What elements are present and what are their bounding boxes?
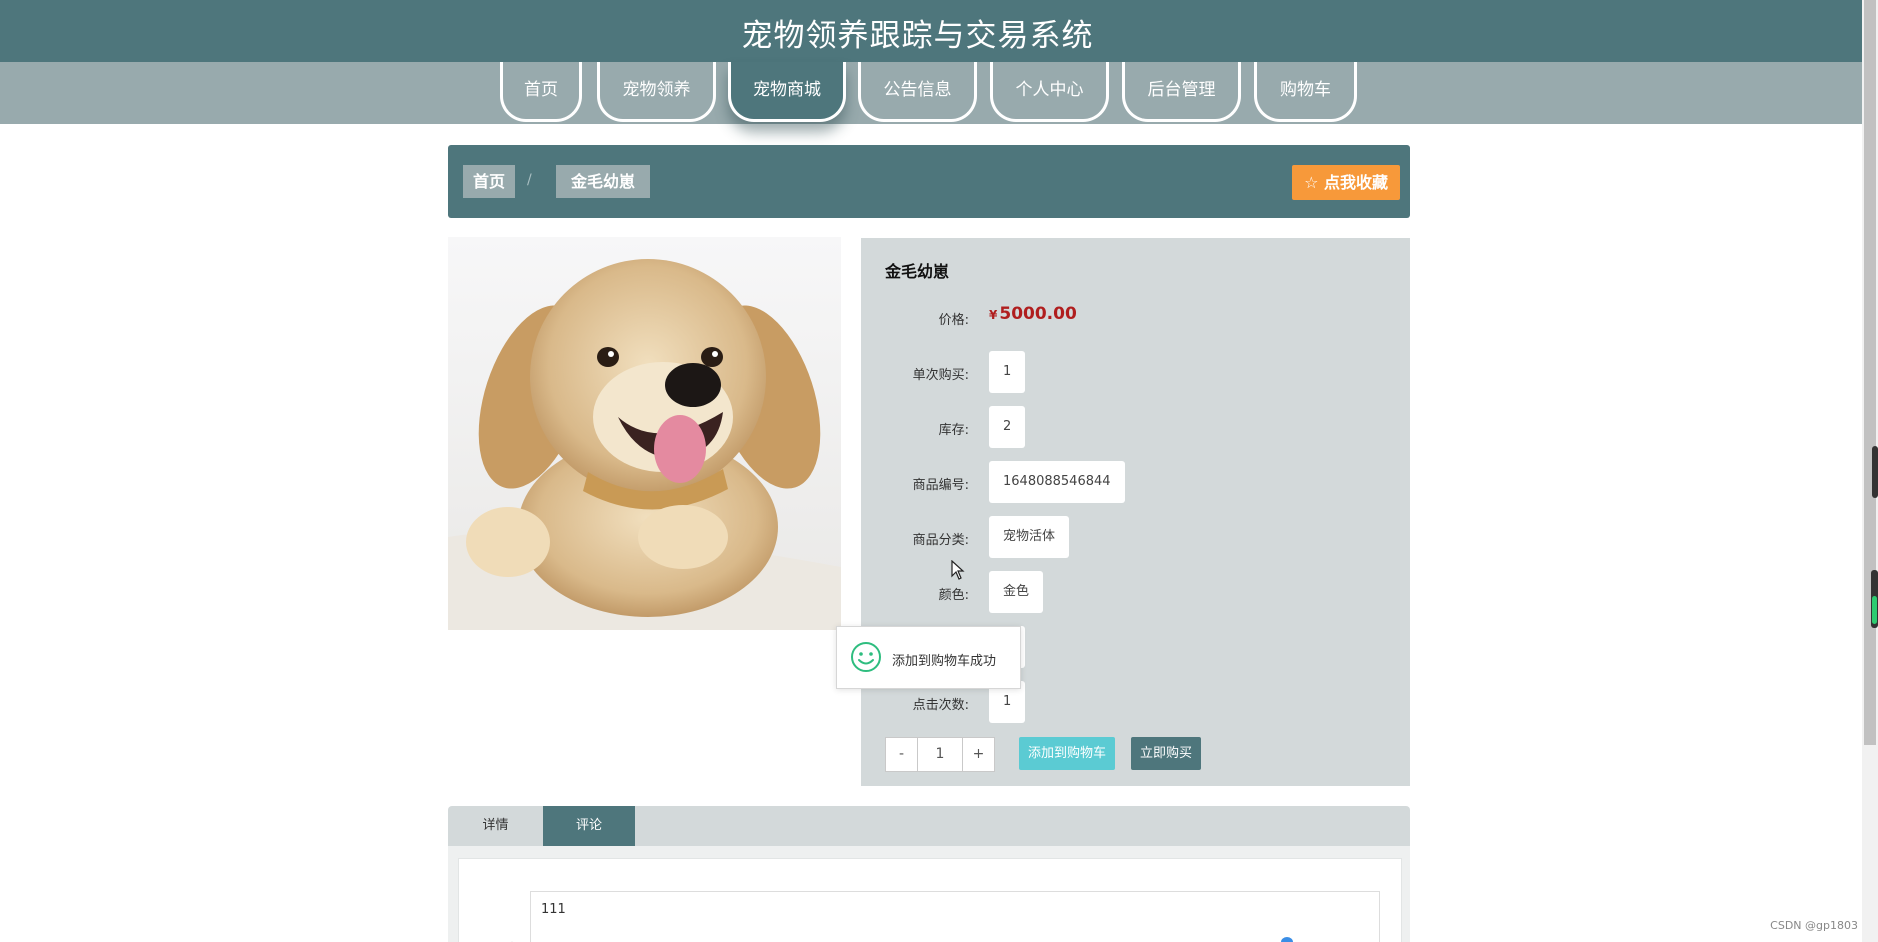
quantity-input[interactable]: 1 xyxy=(918,737,962,772)
slider-handle[interactable] xyxy=(1281,937,1293,942)
field-label: 点击次数: xyxy=(912,698,969,713)
field-label: 商品编号: xyxy=(912,478,969,493)
quantity-decrease-button[interactable]: - xyxy=(885,737,918,772)
field-value: 1 xyxy=(989,351,1026,393)
quantity-increase-button[interactable]: + xyxy=(962,737,995,772)
field-value: 宠物活体 xyxy=(989,516,1070,558)
quantity-stepper: - 1 + xyxy=(885,737,995,772)
mouse-cursor-icon xyxy=(951,560,965,580)
scrollbar-thumb[interactable] xyxy=(1864,0,1876,745)
watermark: CSDN @gp1803 xyxy=(1770,919,1858,932)
product-name: 金毛幼崽 xyxy=(885,262,950,281)
field-value: 2 xyxy=(989,406,1026,448)
breadcrumb-separator: / xyxy=(527,172,532,188)
product-info-panel: 金毛幼崽 价格: ¥5000.00 单次购买: 1 库存: 2 商品编号: 16… xyxy=(861,238,1410,786)
nav-item-admin[interactable]: 后台管理 xyxy=(1122,62,1241,122)
site-header: 宠物领养跟踪与交易系统 xyxy=(0,0,1862,62)
price-label: 价格: xyxy=(938,313,969,328)
nav-item-home[interactable]: 首页 xyxy=(500,62,582,122)
nav-item-personal-center[interactable]: 个人中心 xyxy=(990,62,1109,122)
field-label: 颜色: xyxy=(938,588,969,603)
favorite-button-label: 点我收藏 xyxy=(1323,173,1388,192)
favorite-button[interactable]: ☆ 点我收藏 xyxy=(1292,165,1400,200)
currency-symbol: ¥ xyxy=(989,308,998,322)
nav-item-announcements[interactable]: 公告信息 xyxy=(858,62,977,122)
field-label: 单次购买: xyxy=(912,368,969,383)
scroll-marker xyxy=(1872,446,1878,498)
field-value: 金色 xyxy=(989,571,1044,613)
field-label: 库存: xyxy=(938,423,969,438)
field-label: 商品分类: xyxy=(912,533,969,548)
nav-item-cart[interactable]: 购物车 xyxy=(1254,62,1357,122)
comment-textarea[interactable]: 111 xyxy=(530,891,1380,942)
price-value: 5000.00 xyxy=(999,304,1077,324)
nav-item-adoption[interactable]: 宠物领养 xyxy=(597,62,716,122)
scroll-marker-green xyxy=(1872,596,1877,624)
nav-item-pet-shop[interactable]: 宠物商城 xyxy=(728,62,846,122)
product-image xyxy=(448,237,841,630)
star-outline-icon: ☆ xyxy=(1304,173,1319,192)
detail-tabs: 详情 评论 xyxy=(448,806,1410,846)
tab-details[interactable]: 详情 xyxy=(448,806,543,846)
breadcrumb: 首页 / 金毛幼崽 ☆ 点我收藏 xyxy=(448,145,1410,218)
breadcrumb-home[interactable]: 首页 xyxy=(463,165,516,198)
comment-form: 评论 111 xyxy=(458,858,1402,942)
tab-comments[interactable]: 评论 xyxy=(543,806,635,846)
toast-notification: 添加到购物车成功 xyxy=(836,626,1021,689)
smile-icon xyxy=(851,642,881,672)
site-title: 宠物领养跟踪与交易系统 xyxy=(741,18,1094,54)
field-value: 1648088546844 xyxy=(989,461,1125,503)
product-price: ¥5000.00 xyxy=(989,304,1077,324)
toast-message: 添加到购物车成功 xyxy=(892,654,997,669)
breadcrumb-current: 金毛幼崽 xyxy=(556,165,651,198)
buy-now-button[interactable]: 立即购买 xyxy=(1131,737,1202,770)
tab-content: 评论 111 xyxy=(448,846,1410,942)
add-to-cart-button[interactable]: 添加到购物车 xyxy=(1019,737,1116,770)
